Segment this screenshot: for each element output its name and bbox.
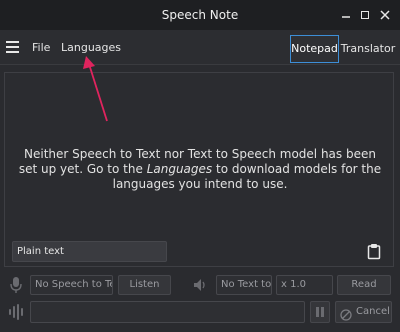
hamburger-menu-button[interactable] bbox=[6, 41, 20, 53]
pause-icon bbox=[316, 307, 324, 317]
speaker-icon bbox=[192, 277, 208, 293]
text-format-select[interactable]: Plain text bbox=[12, 241, 167, 262]
minimize-button[interactable] bbox=[338, 7, 354, 23]
cancel-icon bbox=[340, 306, 352, 321]
speech-speed-select[interactable]: x 1.0 bbox=[276, 275, 333, 295]
microphone-icon bbox=[9, 276, 23, 294]
text-to-speech-model-select[interactable]: No Text to Speech model bbox=[216, 275, 272, 295]
no-models-message: Neither Speech to Text nor Text to Speec… bbox=[16, 147, 384, 192]
clipboard-icon bbox=[367, 244, 381, 260]
maximize-button[interactable] bbox=[357, 7, 373, 23]
menu-file[interactable]: File bbox=[32, 41, 50, 55]
toolbar-divider bbox=[0, 64, 400, 65]
pause-button[interactable] bbox=[310, 301, 330, 323]
menu-languages[interactable]: Languages bbox=[61, 41, 121, 55]
listen-button[interactable]: Listen bbox=[118, 275, 171, 295]
speech-to-text-model-select[interactable]: No Speech to Text model bbox=[30, 275, 113, 295]
minimize-icon bbox=[342, 16, 350, 18]
close-icon bbox=[380, 10, 390, 20]
maximize-icon bbox=[361, 11, 369, 19]
close-button[interactable] bbox=[377, 7, 393, 23]
status-field bbox=[30, 301, 305, 323]
read-button[interactable]: Read bbox=[337, 275, 391, 295]
tab-notepad[interactable]: Notepad bbox=[290, 35, 339, 63]
tab-translator[interactable]: Translator bbox=[340, 35, 396, 63]
waveform-icon bbox=[7, 304, 25, 320]
copy-to-clipboard-button[interactable] bbox=[366, 243, 382, 260]
languages-link[interactable]: Languages bbox=[147, 162, 212, 176]
